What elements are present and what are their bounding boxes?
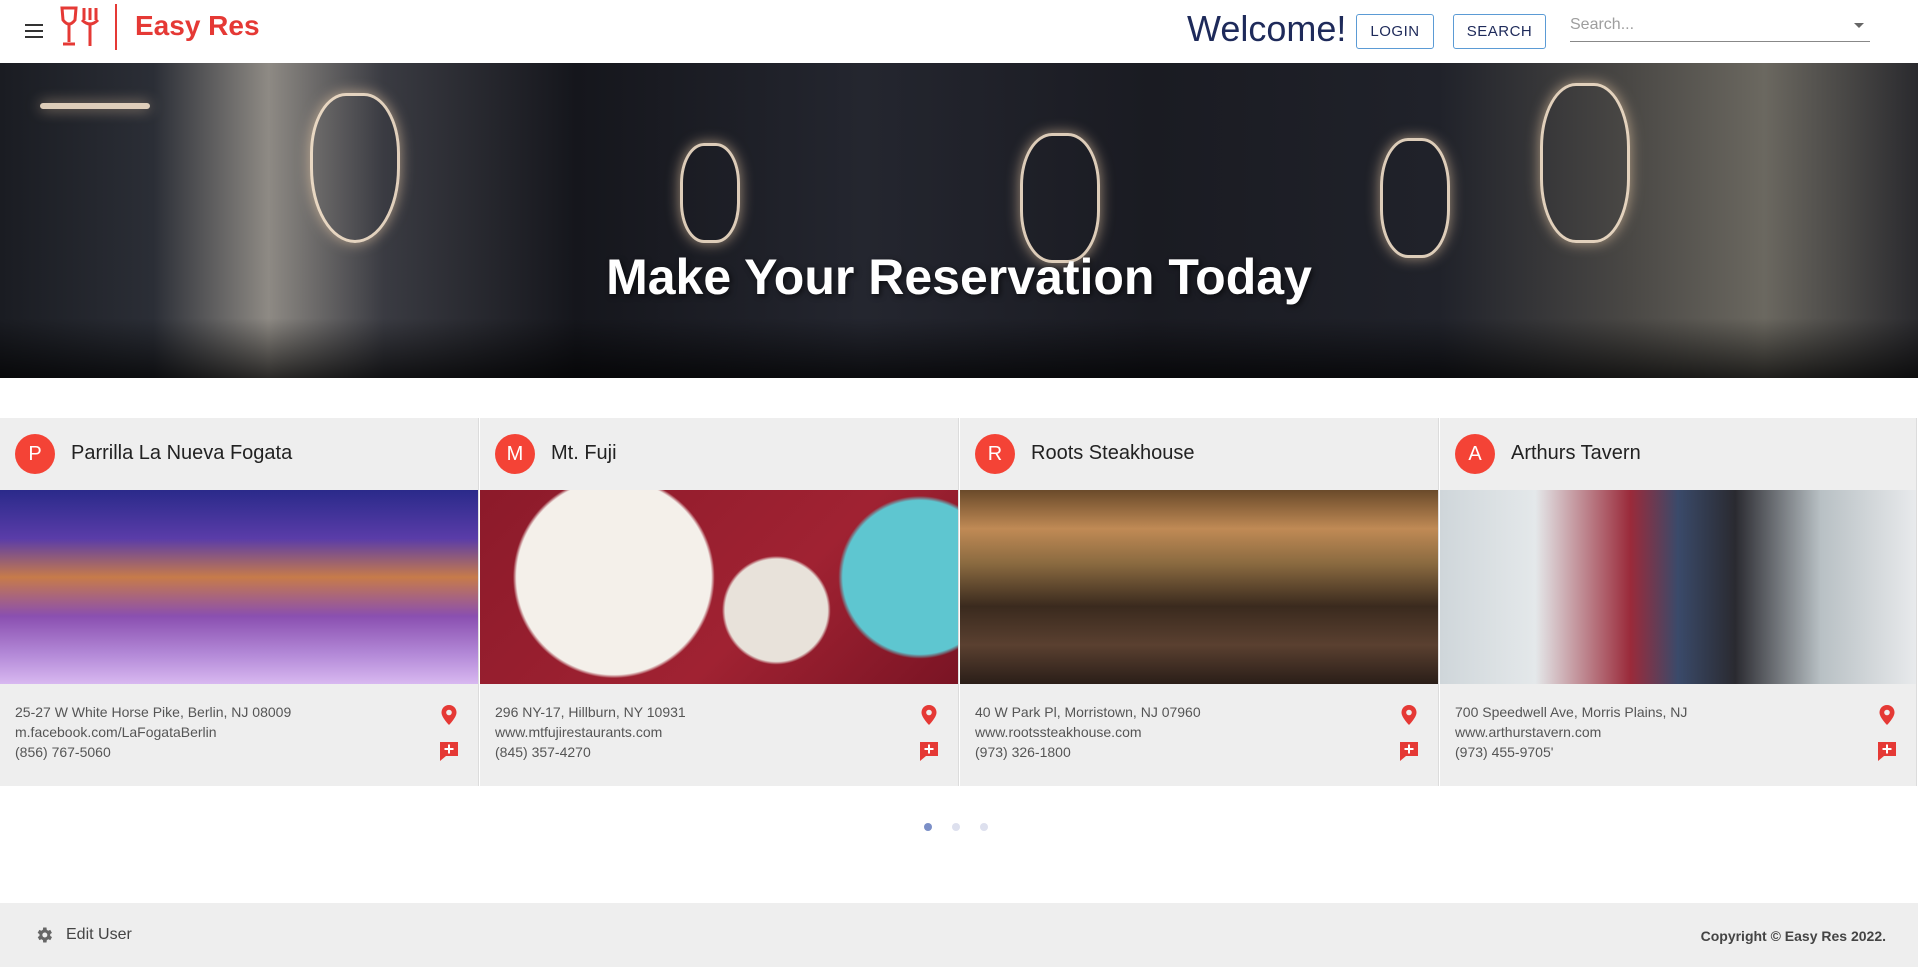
search-button[interactable]: SEARCH — [1453, 14, 1546, 49]
map-pin-icon[interactable] — [440, 704, 458, 726]
pendant-lamp-decoration — [1380, 138, 1450, 258]
card-header: P Parrilla La Nueva Fogata — [0, 418, 478, 490]
footer: Edit User Copyright © Easy Res 2022. — [0, 903, 1918, 967]
avatar: A — [1455, 434, 1495, 474]
pendant-lamp-decoration — [680, 143, 740, 243]
restaurant-photo — [480, 490, 958, 684]
restaurant-website: m.facebook.com/LaFogataBerlin — [15, 724, 217, 740]
edit-user-button[interactable]: Edit User — [34, 925, 132, 945]
restaurant-website: www.rootssteakhouse.com — [975, 724, 1142, 740]
restaurant-photo — [1440, 490, 1916, 684]
card-content: 700 Speedwell Ave, Morris Plains, NJ www… — [1440, 684, 1916, 786]
carousel-dot[interactable] — [952, 823, 960, 831]
search-autocomplete[interactable] — [1570, 12, 1870, 42]
carousel-pagination — [924, 823, 988, 831]
restaurant-address: 40 W Park Pl, Morristown, NJ 07960 — [975, 704, 1201, 720]
card-header: A Arthurs Tavern — [1440, 418, 1916, 490]
restaurant-address: 296 NY-17, Hillburn, NY 10931 — [495, 704, 686, 720]
restaurant-website: www.arthurstavern.com — [1455, 724, 1602, 740]
carousel-dot[interactable] — [924, 823, 932, 831]
gear-icon — [37, 927, 52, 943]
restaurant-card[interactable]: P Parrilla La Nueva Fogata 25-27 W White… — [0, 418, 479, 786]
search-input[interactable] — [1570, 12, 1840, 38]
restaurant-phone: (856) 767-5060 — [15, 744, 111, 760]
copyright-text: Copyright © Easy Res 2022. — [1700, 928, 1886, 944]
restaurant-address: 700 Speedwell Ave, Morris Plains, NJ — [1455, 704, 1688, 720]
add-reservation-icon[interactable] — [1398, 740, 1420, 762]
restaurant-card[interactable]: A Arthurs Tavern 700 Speedwell Ave, Morr… — [1440, 418, 1917, 786]
restaurant-phone: (973) 455-9705' — [1455, 744, 1554, 760]
wine-glass-fork-icon — [60, 6, 100, 46]
restaurant-photo — [0, 490, 478, 684]
add-reservation-icon[interactable] — [918, 740, 940, 762]
dropdown-arrow-icon[interactable] — [1854, 23, 1864, 28]
brand-name[interactable]: Easy Res — [135, 10, 260, 42]
restaurant-carousel: P Parrilla La Nueva Fogata 25-27 W White… — [0, 418, 1918, 786]
add-reservation-icon[interactable] — [1876, 740, 1898, 762]
edit-user-label: Edit User — [66, 926, 132, 943]
restaurant-card[interactable]: M Mt. Fuji 296 NY-17, Hillburn, NY 10931… — [480, 418, 959, 786]
hero-shadow — [0, 318, 1918, 378]
map-pin-icon[interactable] — [1878, 704, 1896, 726]
card-content: 40 W Park Pl, Morristown, NJ 07960 www.r… — [960, 684, 1438, 786]
pendant-lamp-decoration — [1020, 133, 1100, 263]
add-reservation-icon[interactable] — [438, 740, 460, 762]
top-app-bar: Easy Res Welcome! LOGIN SEARCH — [0, 0, 1918, 63]
restaurant-phone: (973) 326-1800 — [975, 744, 1071, 760]
card-content: 25-27 W White Horse Pike, Berlin, NJ 080… — [0, 684, 478, 786]
restaurant-name: Roots Steakhouse — [1031, 442, 1195, 464]
card-header: M Mt. Fuji — [480, 418, 958, 490]
avatar: R — [975, 434, 1015, 474]
logo-divider — [115, 4, 117, 50]
restaurant-photo — [960, 490, 1438, 684]
welcome-text: Welcome! — [1187, 8, 1347, 49]
pendant-lamp-decoration — [40, 103, 150, 109]
card-header: R Roots Steakhouse — [960, 418, 1438, 490]
restaurant-name: Parrilla La Nueva Fogata — [71, 442, 293, 464]
map-pin-icon[interactable] — [920, 704, 938, 726]
avatar: M — [495, 434, 535, 474]
restaurant-name: Arthurs Tavern — [1511, 442, 1641, 464]
avatar: P — [15, 434, 55, 474]
hero-title: Make Your Reservation Today — [606, 249, 1312, 305]
restaurant-card[interactable]: R Roots Steakhouse 40 W Park Pl, Morrist… — [960, 418, 1439, 786]
restaurant-name: Mt. Fuji — [551, 442, 617, 464]
pendant-lamp-decoration — [310, 93, 400, 243]
restaurant-phone: (845) 357-4270 — [495, 744, 591, 760]
hero-banner: Make Your Reservation Today — [0, 63, 1918, 378]
restaurant-address: 25-27 W White Horse Pike, Berlin, NJ 080… — [15, 704, 292, 720]
restaurant-website: www.mtfujirestaurants.com — [495, 724, 663, 740]
card-content: 296 NY-17, Hillburn, NY 10931 www.mtfuji… — [480, 684, 958, 786]
hamburger-menu-icon[interactable] — [22, 20, 46, 42]
carousel-dot[interactable] — [980, 823, 988, 831]
pendant-lamp-decoration — [1540, 83, 1630, 243]
map-pin-icon[interactable] — [1400, 704, 1418, 726]
login-button[interactable]: LOGIN — [1356, 14, 1434, 49]
